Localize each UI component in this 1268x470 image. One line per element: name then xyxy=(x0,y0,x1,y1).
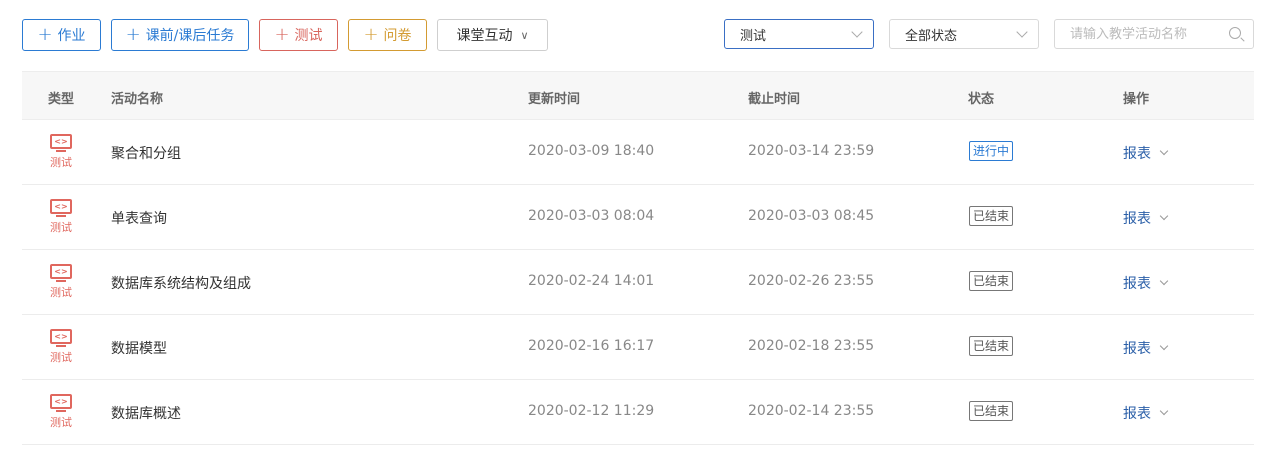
add-pre-post-task-label: 课前/课后任务 xyxy=(145,28,235,44)
report-dropdown[interactable]: 报表 xyxy=(1123,143,1169,163)
deadline-time: 2020-02-26 23:55 xyxy=(748,273,875,289)
plus-icon: + xyxy=(363,24,379,45)
report-dropdown[interactable]: 报表 xyxy=(1123,273,1169,293)
chevron-down-icon xyxy=(1159,276,1169,286)
updated-time: 2020-02-24 14:01 xyxy=(528,273,655,289)
plus-icon: + xyxy=(125,24,141,45)
chevron-down-icon xyxy=(1159,211,1169,221)
deadline-time: 2020-03-03 08:45 xyxy=(748,208,875,224)
activity-name[interactable]: 数据模型 xyxy=(111,338,167,358)
type-cell: <> 测试 xyxy=(49,134,73,170)
type-cell: <> 测试 xyxy=(49,199,73,235)
chevron-down-icon xyxy=(1159,146,1169,156)
updated-time: 2020-03-03 08:04 xyxy=(528,208,655,224)
chevron-down-icon xyxy=(851,26,863,38)
status-badge: 进行中 xyxy=(969,141,1014,161)
status-badge: 已结束 xyxy=(969,271,1014,291)
add-survey-button[interactable]: + 问卷 xyxy=(348,19,427,51)
header-activity-name: 活动名称 xyxy=(111,92,164,107)
table-row: <> 测试 数据模型 2020-02-16 16:17 2020-02-18 2… xyxy=(22,315,1254,380)
code-screen-icon: <> xyxy=(50,329,72,347)
add-survey-label: 问卷 xyxy=(383,28,412,44)
report-label: 报表 xyxy=(1123,341,1151,357)
header-deadline: 截止时间 xyxy=(748,92,801,107)
chevron-down-icon xyxy=(1159,341,1169,351)
activity-name[interactable]: 数据库概述 xyxy=(111,403,181,423)
type-label: 测试 xyxy=(50,416,72,429)
table-header: 类型 活动名称 更新时间 截止时间 状态 操作 xyxy=(22,71,1254,120)
type-filter-select[interactable]: 测试 xyxy=(724,19,874,49)
chevron-down-icon xyxy=(1016,26,1028,38)
search-icon[interactable] xyxy=(1229,27,1241,39)
code-screen-icon: <> xyxy=(50,134,72,152)
type-cell: <> 测试 xyxy=(49,329,73,365)
search-box xyxy=(1054,19,1254,49)
type-label: 测试 xyxy=(50,221,72,234)
deadline-time: 2020-02-14 23:55 xyxy=(748,403,875,419)
chevron-down-icon: ∨ xyxy=(520,28,529,42)
activity-name[interactable]: 聚合和分组 xyxy=(111,143,181,163)
search-input[interactable] xyxy=(1070,20,1230,48)
classroom-interaction-dropdown[interactable]: 课堂互动 ∨ xyxy=(437,19,548,51)
table-row: <> 测试 聚合和分组 2020-03-09 18:40 2020-03-14 … xyxy=(22,120,1254,185)
header-type: 类型 xyxy=(48,92,75,107)
status-filter-select[interactable]: 全部状态 xyxy=(889,19,1039,49)
activity-table: 类型 活动名称 更新时间 截止时间 状态 操作 <> 测试 聚合和分组 2020… xyxy=(22,71,1254,445)
add-homework-label: 作业 xyxy=(57,28,86,44)
report-label: 报表 xyxy=(1123,146,1151,162)
header-updated-time: 更新时间 xyxy=(528,92,581,107)
type-label: 测试 xyxy=(50,351,72,364)
header-actions: 操作 xyxy=(1123,92,1150,107)
status-badge: 已结束 xyxy=(969,336,1014,356)
report-dropdown[interactable]: 报表 xyxy=(1123,403,1169,423)
plus-icon: + xyxy=(37,24,53,45)
activity-name[interactable]: 单表查询 xyxy=(111,208,167,228)
classroom-interaction-label: 课堂互动 xyxy=(456,28,513,44)
status-filter-value: 全部状态 xyxy=(905,28,958,44)
activity-name[interactable]: 数据库系统结构及组成 xyxy=(111,273,251,293)
updated-time: 2020-02-16 16:17 xyxy=(528,338,655,354)
table-row: <> 测试 数据库概述 2020-02-12 11:29 2020-02-14 … xyxy=(22,380,1254,445)
report-label: 报表 xyxy=(1123,211,1151,227)
updated-time: 2020-02-12 11:29 xyxy=(528,403,655,419)
status-badge: 已结束 xyxy=(969,401,1014,421)
type-label: 测试 xyxy=(50,286,72,299)
updated-time: 2020-03-09 18:40 xyxy=(528,143,655,159)
add-pre-post-task-button[interactable]: + 课前/课后任务 xyxy=(111,19,249,51)
toolbar: + 作业 + 课前/课后任务 + 测试 + 问卷 课堂互动 ∨ 测试 全部状态 xyxy=(0,0,1268,70)
add-test-button[interactable]: + 测试 xyxy=(259,19,338,51)
code-screen-icon: <> xyxy=(50,394,72,412)
code-screen-icon: <> xyxy=(50,199,72,217)
type-label: 测试 xyxy=(50,156,72,169)
header-status: 状态 xyxy=(968,92,995,107)
report-dropdown[interactable]: 报表 xyxy=(1123,208,1169,228)
chevron-down-icon xyxy=(1159,406,1169,416)
report-label: 报表 xyxy=(1123,406,1151,422)
deadline-time: 2020-02-18 23:55 xyxy=(748,338,875,354)
type-filter-value: 测试 xyxy=(740,28,767,44)
status-badge: 已结束 xyxy=(969,206,1014,226)
type-cell: <> 测试 xyxy=(49,394,73,430)
plus-icon: + xyxy=(274,24,290,45)
add-homework-button[interactable]: + 作业 xyxy=(22,19,101,51)
report-label: 报表 xyxy=(1123,276,1151,292)
code-screen-icon: <> xyxy=(50,264,72,282)
table-row: <> 测试 数据库系统结构及组成 2020-02-24 14:01 2020-0… xyxy=(22,250,1254,315)
deadline-time: 2020-03-14 23:59 xyxy=(748,143,875,159)
type-cell: <> 测试 xyxy=(49,264,73,300)
report-dropdown[interactable]: 报表 xyxy=(1123,338,1169,358)
add-test-label: 测试 xyxy=(294,28,323,44)
table-row: <> 测试 单表查询 2020-03-03 08:04 2020-03-03 0… xyxy=(22,185,1254,250)
